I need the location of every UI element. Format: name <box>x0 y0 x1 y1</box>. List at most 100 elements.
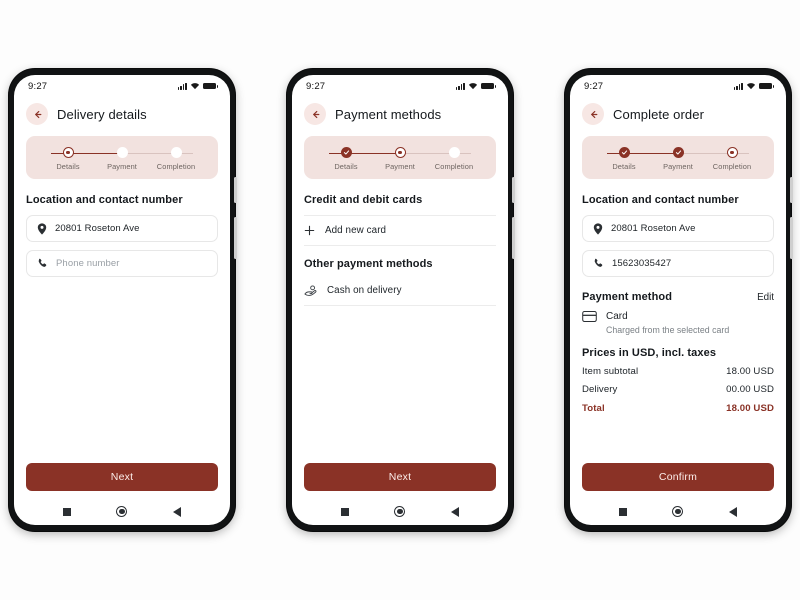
battery-icon <box>759 82 774 90</box>
price-label: Item subtotal <box>582 366 639 377</box>
payment-method-subtext: Charged from the selected card <box>606 325 730 335</box>
content-1: Location and contact number 20801 Roseto… <box>14 179 230 463</box>
phone-icon <box>38 258 47 267</box>
next-button[interactable]: Next <box>304 463 496 491</box>
home-circle-icon[interactable] <box>116 506 128 517</box>
cta-area-3: Confirm <box>570 463 786 498</box>
android-nav-bar <box>14 498 230 525</box>
status-bar: 9:27 <box>570 75 786 97</box>
cta-area-1: Next <box>14 463 230 498</box>
phone-mockups-stage: 9:27 Delivery details Details Payment Co… <box>0 0 800 600</box>
phone-field[interactable]: 15623035427 <box>582 250 774 277</box>
page-title: Delivery details <box>57 106 147 122</box>
location-pin-icon <box>593 222 603 235</box>
address-value: 20801 Roseton Ave <box>55 223 140 234</box>
status-icons <box>733 82 774 90</box>
phone-device-3: 9:27 Complete order Details Payment Comp… <box>565 69 793 531</box>
progress-stepper: Details Payment Completion <box>26 136 218 179</box>
step-completion[interactable]: Completion <box>706 147 758 171</box>
wifi-icon <box>746 83 756 90</box>
step-dot-upcoming <box>448 147 460 158</box>
step-dot-active <box>62 147 74 158</box>
section-title-prices: Prices in USD, incl. taxes <box>582 347 717 359</box>
battery-icon <box>481 82 496 90</box>
arrow-left-icon <box>590 110 597 118</box>
hand-cash-icon <box>304 285 317 296</box>
phone-field[interactable]: Phone number <box>26 250 218 277</box>
add-new-card-row[interactable]: Add new card <box>304 216 496 245</box>
location-pin-icon <box>37 222 47 235</box>
status-bar: 9:27 <box>14 75 230 97</box>
stepper-wrap-2: Details Payment Completion <box>292 133 508 179</box>
section-title-other-methods: Other payment methods <box>304 258 433 270</box>
side-button <box>512 217 515 259</box>
step-payment[interactable]: Payment <box>374 147 426 171</box>
app-header-2: Payment methods <box>292 97 508 133</box>
back-button[interactable] <box>304 103 326 125</box>
back-triangle-icon[interactable] <box>729 506 738 517</box>
step-payment[interactable]: Payment <box>652 147 704 171</box>
back-triangle-icon[interactable] <box>451 506 460 517</box>
step-label: Payment <box>107 162 137 171</box>
back-button[interactable] <box>582 103 604 125</box>
next-button[interactable]: Next <box>26 463 218 491</box>
phone-icon <box>594 258 603 267</box>
recents-square-icon[interactable] <box>340 507 349 516</box>
plus-icon <box>304 225 315 236</box>
step-payment[interactable]: Payment <box>96 147 148 171</box>
total-label: Total <box>582 403 605 414</box>
page-title: Complete order <box>613 106 704 122</box>
step-label: Payment <box>663 162 693 171</box>
add-new-card-label: Add new card <box>325 225 387 236</box>
recents-square-icon[interactable] <box>62 507 71 516</box>
step-completion[interactable]: Completion <box>150 147 202 171</box>
step-completion[interactable]: Completion <box>428 147 480 171</box>
section-title-location: Location and contact number <box>26 194 183 206</box>
stepper-track: Details Payment Completion <box>318 147 482 171</box>
section-title-payment-method: Payment method <box>582 291 673 303</box>
step-label: Details <box>612 162 636 171</box>
stepper-wrap-3: Details Payment Completion <box>570 133 786 179</box>
screen-complete-order: 9:27 Complete order Details Payment Comp… <box>570 75 786 525</box>
step-dot-active <box>394 147 406 158</box>
arrow-left-icon <box>34 110 41 118</box>
check-icon <box>621 150 627 155</box>
cash-on-delivery-row[interactable]: Cash on delivery <box>304 276 496 305</box>
price-value: 18.00 USD <box>726 366 774 377</box>
battery-icon <box>203 82 218 90</box>
payment-method-header: Payment method Edit <box>582 291 774 303</box>
android-nav-bar <box>570 498 786 525</box>
payment-method-label: Card <box>606 311 628 322</box>
status-icons <box>177 82 218 90</box>
step-details[interactable]: Details <box>598 147 650 171</box>
status-bar: 9:27 <box>292 75 508 97</box>
stepper-wrap-1: Details Payment Completion <box>14 133 230 179</box>
side-button <box>234 217 237 259</box>
back-button[interactable] <box>26 103 48 125</box>
step-details[interactable]: Details <box>320 147 372 171</box>
step-label: Details <box>334 162 358 171</box>
phone-device-2: 9:27 Payment methods Details Payment Com… <box>287 69 515 531</box>
step-details[interactable]: Details <box>42 147 94 171</box>
confirm-button[interactable]: Confirm <box>582 463 774 491</box>
status-clock: 9:27 <box>584 80 604 92</box>
cta-area-2: Next <box>292 463 508 498</box>
section-title-cards: Credit and debit cards <box>304 194 423 206</box>
address-field[interactable]: 20801 Roseton Ave <box>582 215 774 242</box>
address-field[interactable]: 20801 Roseton Ave <box>26 215 218 242</box>
step-label: Payment <box>385 162 415 171</box>
step-dot-upcoming <box>116 147 128 158</box>
signal-icon <box>733 82 743 90</box>
edit-payment-link[interactable]: Edit <box>757 292 774 303</box>
side-button <box>790 217 793 259</box>
home-circle-icon[interactable] <box>394 506 406 517</box>
payment-method-row[interactable]: Card <box>582 311 774 322</box>
recents-square-icon[interactable] <box>618 507 627 516</box>
step-dot-active <box>726 147 738 158</box>
page-title: Payment methods <box>335 106 442 122</box>
step-dot-done <box>618 147 630 158</box>
address-value: 20801 Roseton Ave <box>611 223 696 234</box>
home-circle-icon[interactable] <box>672 506 684 517</box>
back-triangle-icon[interactable] <box>173 506 182 517</box>
screen-payment-methods: 9:27 Payment methods Details Payment Com… <box>292 75 508 525</box>
